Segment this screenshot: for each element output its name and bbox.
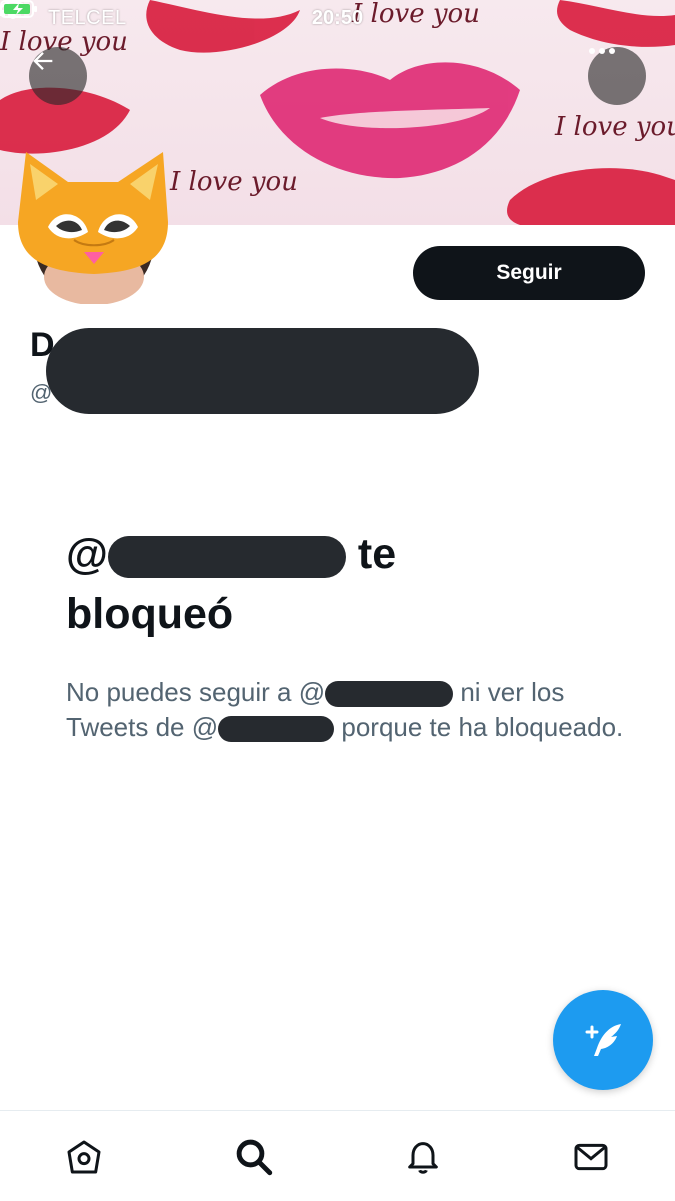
banner-text-3: I love you bbox=[554, 112, 675, 142]
blocked-title-prefix: @ bbox=[66, 530, 108, 578]
home-icon bbox=[67, 1140, 101, 1174]
more-horizontal-icon bbox=[589, 48, 615, 54]
back-button[interactable] bbox=[29, 47, 87, 105]
bottom-tab-bar bbox=[0, 1110, 675, 1201]
notifications-bell-icon bbox=[408, 1142, 438, 1174]
more-options-button[interactable] bbox=[588, 47, 646, 105]
blocked-desc-part1: No puedes seguir a @ bbox=[66, 677, 326, 707]
redacted-handle bbox=[218, 716, 335, 743]
redacted-name-bar bbox=[46, 328, 479, 414]
blocked-desc-part3: porque te ha bloqueado. bbox=[334, 712, 624, 742]
battery-charging-icon bbox=[0, 0, 37, 18]
banner-text-4: I love you bbox=[169, 167, 298, 197]
redacted-handle bbox=[107, 535, 346, 578]
follow-button[interactable]: Seguir bbox=[413, 246, 645, 300]
blocked-title: @ te bloqueó bbox=[66, 524, 626, 644]
tab-search[interactable] bbox=[232, 1135, 276, 1179]
redacted-handle bbox=[325, 681, 454, 708]
blocked-title-suffix: te bbox=[345, 530, 397, 578]
status-time: 20:50 bbox=[311, 7, 364, 29]
compose-tweet-icon bbox=[585, 1024, 621, 1056]
blocked-title-line2: bloqueó bbox=[66, 590, 234, 638]
tab-notifications[interactable] bbox=[401, 1135, 445, 1179]
compose-tweet-button[interactable] bbox=[553, 990, 653, 1090]
blocked-description: No puedes seguir a @ ni ver los Tweets d… bbox=[66, 675, 626, 745]
arrow-left-icon bbox=[33, 52, 53, 70]
status-bar: TELCEL 20:50 bbox=[0, 0, 675, 36]
tab-home[interactable] bbox=[62, 1135, 106, 1179]
tab-messages[interactable] bbox=[569, 1135, 613, 1179]
cat-mask-avatar-image bbox=[18, 152, 168, 305]
messages-mail-icon bbox=[574, 1143, 608, 1171]
profile-avatar[interactable] bbox=[18, 152, 168, 305]
search-icon bbox=[236, 1139, 273, 1176]
